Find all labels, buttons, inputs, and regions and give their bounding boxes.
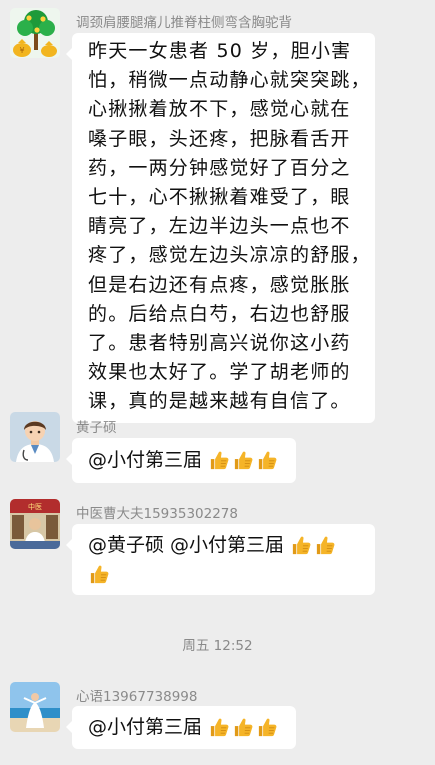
sender-name: 调颈肩腰腿痛儿推脊柱侧弯含胸驼背 [76, 15, 292, 31]
thumbs-up-icon [208, 716, 231, 739]
timestamp-label: 周五 12:52 [182, 638, 253, 654]
sender-name: 黄子硕 [76, 420, 117, 436]
thumbs-up-icon [314, 534, 337, 557]
message-line: 嗓子眼，头还疼，把脉看舌开 [88, 127, 351, 150]
thumbs-up-icon [88, 563, 111, 586]
thumbs-up-icon [232, 449, 255, 472]
money-bag-tree-avatar[interactable]: ¥ [10, 8, 60, 58]
message-line: 怕，稍微一点动静心就突突跳， [88, 69, 371, 92]
sender-name: 中医曹大夫15935302278 [76, 506, 238, 522]
mention-text: @小付第三届 [88, 449, 203, 471]
thumbs-up-group [290, 534, 337, 557]
svg-text:¥: ¥ [19, 46, 24, 55]
thumbs-up-icon [256, 449, 279, 472]
svg-text:中医: 中医 [28, 502, 42, 511]
thumbs-up-group [208, 716, 279, 739]
thumbs-up-icon [232, 716, 255, 739]
thumbs-up-group [88, 563, 111, 586]
doctor-avatar[interactable] [10, 412, 60, 462]
thumbs-up-group [208, 449, 279, 472]
message-bubble[interactable]: @黄子硕 @小付第三届 [66, 524, 375, 595]
mention-text: @黄子硕 @小付第三届 [88, 534, 285, 556]
beach-photo-avatar[interactable] [10, 682, 60, 732]
chat-view: ¥ 调颈肩腰腿痛儿推脊柱侧弯含胸驼背 昨天一女患者 50 岁，胆小害 怕，稍微一… [0, 0, 435, 765]
clinic-photo-avatar[interactable]: 中医 [10, 499, 60, 549]
message-line: 七十，心不揪揪着难受了，眼 [88, 186, 351, 209]
message-line: 效果也太好了。学了胡老师的 [88, 361, 351, 384]
message-line: 但是右边还有点疼，感觉胀胀 [88, 273, 351, 296]
mention-text: @小付第三届 [88, 716, 203, 738]
thumbs-up-icon [208, 449, 231, 472]
message-bubble[interactable]: 昨天一女患者 50 岁，胆小害 怕，稍微一点动静心就突突跳， 心揪揪着放不下，感… [66, 33, 375, 423]
thumbs-up-icon [290, 534, 313, 557]
message-line: 了。患者特别高兴说你这小药 [88, 332, 351, 355]
message-line: 昨天一女患者 50 岁，胆小害 [88, 40, 352, 62]
message-line: 心揪揪着放不下，感觉心就在 [88, 98, 351, 121]
message-bubble[interactable]: @小付第三届 [65, 438, 297, 483]
message-bubble[interactable]: @小付第三届 [65, 706, 297, 749]
message-line: 疼了，感觉左边头凉凉的舒服， [88, 244, 371, 267]
thumbs-up-icon [256, 716, 279, 739]
message-line: 药，一两分钟感觉好了百分之 [88, 156, 351, 179]
message-line: 课，真的是越来越有自信了。 [88, 390, 351, 413]
message-line: 睛亮了，左边半边头一点也不 [88, 215, 351, 238]
message-line: 的。后给点白芍，右边也舒服 [88, 302, 351, 325]
sender-name: 心语13967738998 [76, 689, 198, 705]
